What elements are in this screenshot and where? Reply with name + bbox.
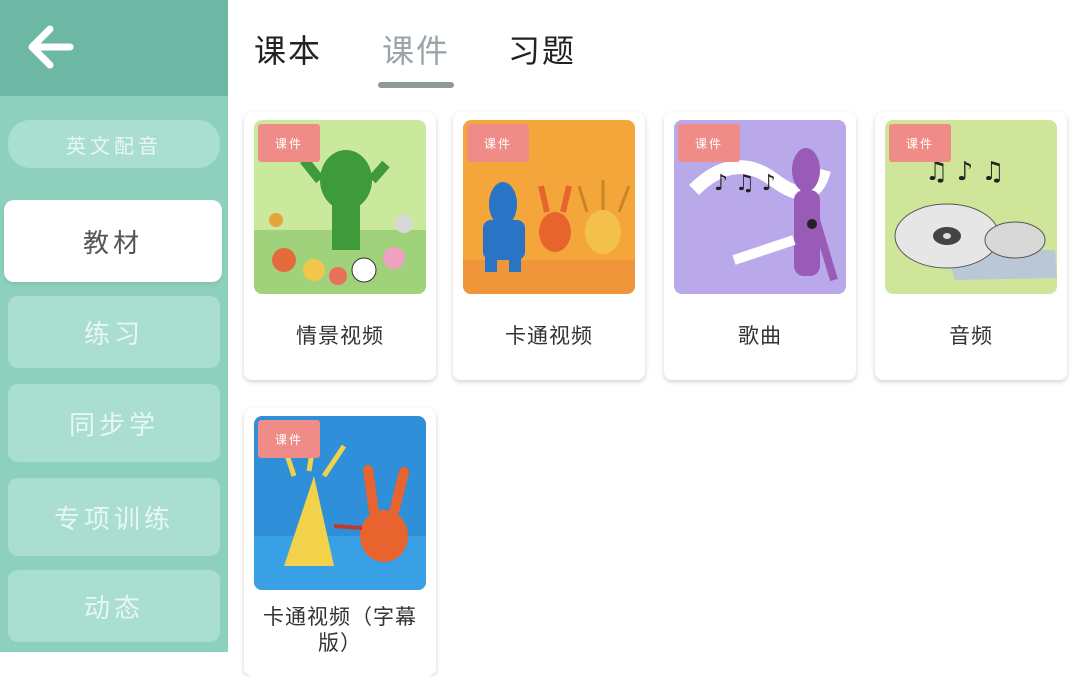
card-songs[interactable]: ♪ ♫ ♪ 课件 歌曲	[664, 112, 856, 380]
tab-bar: 课本 课件 习题	[228, 0, 1080, 110]
scene-video-thumbnail: 课件	[254, 120, 426, 294]
sidebar-item-news[interactable]: 动态	[8, 570, 220, 642]
cartoon-video-subtitled-thumbnail: 课件	[254, 416, 426, 590]
sidebar-item-label: 教材	[82, 228, 143, 259]
courseware-badge: 课件	[678, 124, 740, 162]
sidebar-item-label: 同步学	[68, 410, 159, 441]
sidebar-item-special-training[interactable]: 专项训练	[8, 478, 220, 556]
courseware-badge: 课件	[258, 420, 320, 458]
courseware-badge: 课件	[467, 124, 529, 162]
back-button[interactable]	[22, 22, 78, 72]
sidebar-item-dubbing[interactable]: 英文配音	[8, 120, 220, 168]
courseware-badge: 课件	[889, 124, 951, 162]
tab-textbook[interactable]: 课本	[254, 26, 322, 72]
active-tab-indicator	[378, 82, 454, 88]
sidebar-item-label: 动态	[83, 593, 144, 624]
courseware-badge: 课件	[258, 124, 320, 162]
card-label: 卡通视频	[505, 324, 593, 348]
card-scene-video[interactable]: 课件 情景视频	[244, 112, 436, 380]
card-label: 卡通视频（字幕版）	[263, 605, 417, 655]
main-content: 课本 课件 习题 课件 情景视频 课件 卡通视频 ♪ ♫ ♪ 课件 歌曲 ♫ ♪…	[228, 0, 1080, 676]
songs-thumbnail: ♪ ♫ ♪ 课件	[674, 120, 846, 294]
sidebar-item-practice[interactable]: 练习	[8, 296, 220, 368]
card-label: 情景视频	[296, 324, 384, 348]
sidebar-item-sync-study[interactable]: 同步学	[8, 384, 220, 462]
card-audio[interactable]: ♫ ♪ ♫ 课件 音频	[875, 112, 1067, 380]
sidebar-item-label: 专项训练	[53, 504, 174, 535]
sidebar: 英文配音 教材 练习 同步学 专项训练 动态	[0, 0, 228, 652]
card-label: 歌曲	[738, 324, 782, 348]
audio-thumbnail: ♫ ♪ ♫ 课件	[885, 120, 1057, 294]
card-label: 音频	[949, 324, 993, 348]
tab-courseware[interactable]: 课件	[382, 26, 450, 72]
sidebar-item-textbook[interactable]: 教材	[4, 200, 222, 282]
tab-exercises[interactable]: 习题	[508, 26, 576, 72]
svg-text:♪ ♫ ♪: ♪ ♫ ♪	[714, 171, 776, 196]
cartoon-video-thumbnail: 课件	[463, 120, 635, 294]
card-cartoon-video-subtitled[interactable]: 课件 卡通视频（字幕版）	[244, 408, 436, 676]
card-cartoon-video[interactable]: 课件 卡通视频	[453, 112, 645, 380]
sidebar-item-label: 英文配音	[66, 133, 162, 158]
sidebar-header	[0, 0, 228, 96]
arrow-left-icon	[28, 25, 74, 69]
sidebar-item-label: 练习	[83, 319, 144, 350]
